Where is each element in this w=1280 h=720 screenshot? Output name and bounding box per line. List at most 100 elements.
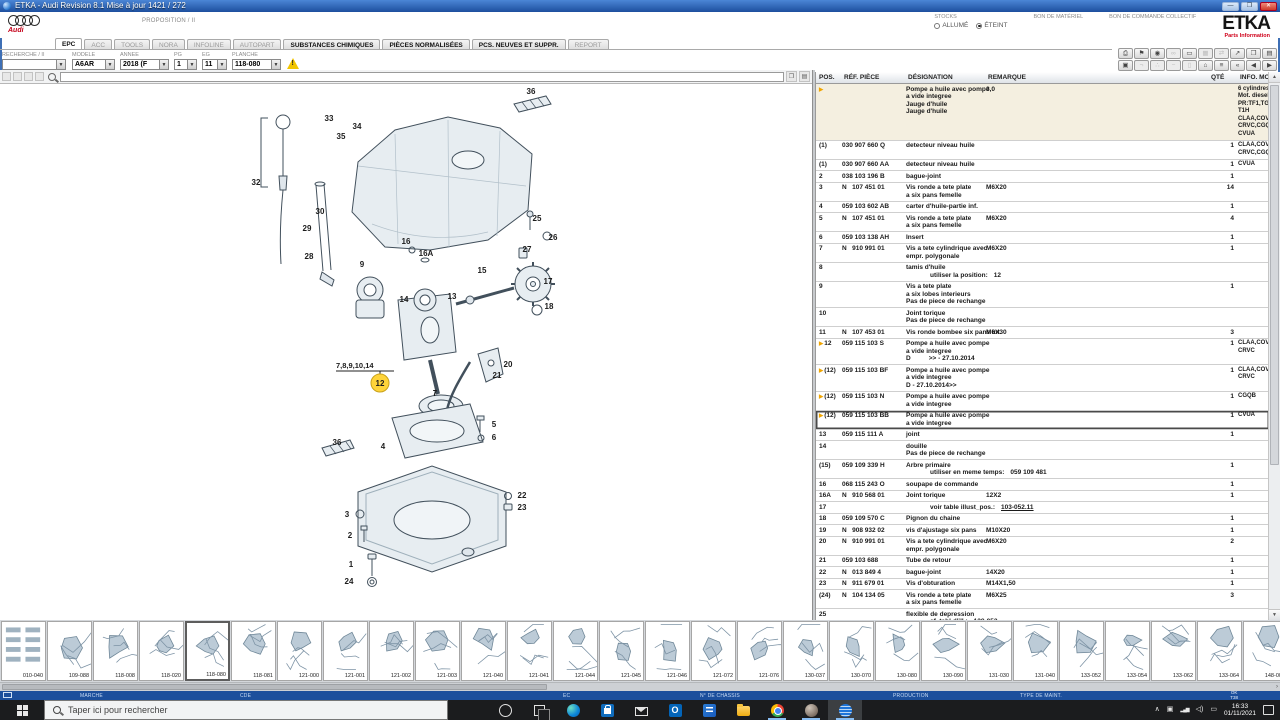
filmstrip-thumb-133-054[interactable]: 133-054 <box>1105 621 1150 681</box>
chrome-taskbar-button[interactable] <box>760 700 794 720</box>
illustration-panel[interactable]: 363435333230292891616A141315252627171820… <box>0 84 813 620</box>
cortana-taskbar-button[interactable] <box>488 700 522 720</box>
filmstrip-thumb-133-052[interactable]: 133-052 <box>1059 621 1104 681</box>
table-row[interactable]: ▶(12)059 115 103 NPompe a huile avec pom… <box>816 392 1269 411</box>
dropdown-eg-icon[interactable]: ▼ <box>218 59 227 70</box>
callout-22[interactable]: 22 <box>518 491 527 500</box>
edge-taskbar-button[interactable] <box>556 700 590 720</box>
field-value-planche[interactable]: 118-080 <box>232 59 272 70</box>
filmstrip-thumb-130-070[interactable]: 130-070 <box>829 621 874 681</box>
dropdown-planche-icon[interactable]: ▼ <box>272 59 281 70</box>
filmstrip-thumb-010-040[interactable]: 010-040 <box>1 621 46 681</box>
table-row[interactable]: 17voir table illust_pos.:103-052.11 <box>816 502 1269 514</box>
filmstrip-thumb-121-041[interactable]: 121-041 <box>507 621 552 681</box>
volume-icon[interactable]: ◁) <box>1196 706 1204 714</box>
callout-30[interactable]: 30 <box>316 207 325 216</box>
filmstrip-thumb-118-080[interactable]: 118-080 <box>185 621 230 681</box>
table-row[interactable]: 2038 103 196 Bbague-joint1 <box>816 171 1269 183</box>
prev-page-button[interactable]: ◀ <box>1246 60 1261 71</box>
filmstrip-thumb-121-072[interactable]: 121-072 <box>691 621 736 681</box>
table-row[interactable]: 6059 103 138 AHInsert1 <box>816 232 1269 244</box>
table-row[interactable]: 25flexible de depressioncf. tabl.d'ill.:… <box>816 609 1269 620</box>
callout-23[interactable]: 23 <box>518 503 527 512</box>
callout-36[interactable]: 36 <box>527 87 536 96</box>
first-page-button[interactable]: « <box>1230 60 1245 71</box>
callout-4[interactable]: 4 <box>381 442 386 451</box>
field-value-annee[interactable]: 2018 (F <box>120 59 160 70</box>
filmstrip-thumb-118-081[interactable]: 118-081 <box>231 621 276 681</box>
filmstrip-right-icon[interactable]: › <box>1276 683 1278 691</box>
print-button[interactable]: ⎙ <box>1118 48 1133 59</box>
filmstrip-thumb-130-080[interactable]: 130-080 <box>875 621 920 681</box>
table-row[interactable]: (1)030 907 660 AAdetecteur niveau huile1… <box>816 160 1269 172</box>
gimp-taskbar-button[interactable] <box>794 700 828 720</box>
callout-21[interactable]: 21 <box>493 371 502 380</box>
keyboard-icon[interactable]: ▭ <box>1210 706 1217 714</box>
overview-button[interactable]: ❐ <box>786 71 797 82</box>
callout-29[interactable]: 29 <box>303 224 312 233</box>
filmstrip-thumb-148-000[interactable]: 148-000 <box>1243 621 1280 681</box>
filmstrip-thumb-121-000[interactable]: 121-000 <box>277 621 322 681</box>
taskbar-clock[interactable]: 16:33 01/11/2021 <box>1224 703 1256 717</box>
maximize-button[interactable]: ❐ <box>1241 2 1258 11</box>
minimize-button[interactable]: — <box>1222 2 1239 11</box>
filmstrip-thumb-131-030[interactable]: 131-030 <box>967 621 1012 681</box>
next-page-button[interactable]: ▶ <box>1262 60 1277 71</box>
search-input[interactable] <box>2 59 57 70</box>
dropdown-modele-icon[interactable]: ▼ <box>106 59 115 70</box>
office-taskbar-button[interactable] <box>692 700 726 720</box>
scroll-down-icon[interactable]: ▼ <box>1269 609 1280 620</box>
callout-32[interactable]: 32 <box>252 178 261 187</box>
quickbar-tool-icon[interactable] <box>13 72 22 81</box>
filmstrip-thumb-121-001[interactable]: 121-001 <box>323 621 368 681</box>
callout-28[interactable]: 28 <box>305 252 314 261</box>
callout-17[interactable]: 17 <box>544 277 553 286</box>
filmstrip-thumb-118-008[interactable]: 118-008 <box>93 621 138 681</box>
table-row[interactable]: ▶12059 115 103 SPompe a huile avec pompe… <box>816 339 1269 366</box>
callout-35[interactable]: 35 <box>337 132 346 141</box>
table-row[interactable]: 7N 910 991 01Vis a tete cylindrique avec… <box>816 244 1269 263</box>
taskbar-search[interactable]: Taper ici pour rechercher <box>44 700 448 720</box>
callout-14[interactable]: 14 <box>400 295 409 304</box>
filmstrip-thumb-131-040[interactable]: 131-040 <box>1013 621 1058 681</box>
callout-5[interactable]: 5 <box>492 420 497 429</box>
table-row[interactable]: 10Joint toriquePas de piece de rechange <box>816 308 1269 327</box>
table-row[interactable]: 11N 107 453 01Vis ronde bombee six pans … <box>816 327 1269 339</box>
security-icon[interactable]: ▣ <box>1167 706 1174 714</box>
table-row[interactable]: ▶(12)059 115 103 BBPompe a huile avec po… <box>816 411 1269 430</box>
search-dropdown[interactable]: ▼ <box>57 59 66 70</box>
copy-list-button[interactable]: ❐ <box>1246 48 1261 59</box>
callout-27[interactable]: 27 <box>523 245 532 254</box>
callout-33[interactable]: 33 <box>325 114 334 123</box>
outlook-taskbar-button[interactable]: O <box>658 700 692 720</box>
network-icon[interactable]: ▂▄▆ <box>1180 706 1188 714</box>
filmstrip-thumb-121-003[interactable]: 121-003 <box>415 621 460 681</box>
callout-20[interactable]: 20 <box>504 360 513 369</box>
filmstrip-scrollbar[interactable]: ‹ › <box>0 682 1280 691</box>
callout-16[interactable]: 16 <box>402 237 411 246</box>
callout-9[interactable]: 9 <box>360 260 365 269</box>
table-row[interactable]: 18059 109 570 CPignon du chaine1 <box>816 514 1269 526</box>
quick-search-input[interactable] <box>60 72 784 82</box>
dropdown-pg-icon[interactable]: ▼ <box>188 59 197 70</box>
callout-16A[interactable]: 16A <box>419 249 434 258</box>
table-row[interactable]: (24)N 104 134 05Vis ronde a tete platea … <box>816 590 1269 609</box>
announce-button[interactable]: ⚑ <box>1134 48 1149 59</box>
field-value-eg[interactable]: 11 <box>202 59 218 70</box>
callout-7[interactable]: 7 <box>433 389 438 398</box>
callout-6[interactable]: 6 <box>492 433 497 442</box>
fit-page-button[interactable]: ▤ <box>799 71 810 82</box>
table-row[interactable]: 16068 115 243 Osoupape de commande1 <box>816 479 1269 491</box>
home-button[interactable]: ≡ <box>1214 60 1229 71</box>
start-button[interactable] <box>0 700 44 720</box>
callout-26[interactable]: 26 <box>549 233 558 242</box>
highlighted-position-number[interactable]: 12 <box>376 379 385 388</box>
scrollbar-thumb[interactable] <box>1270 85 1279 465</box>
callout-34[interactable]: 34 <box>353 122 362 131</box>
filmstrip-thumb-133-064[interactable]: 133-064 <box>1197 621 1242 681</box>
table-row[interactable]: 5N 107 451 01Vis ronde a tete platea six… <box>816 213 1269 232</box>
table-row[interactable]: 22N 013 849 4bague-joint14X201 <box>816 567 1269 579</box>
table-row[interactable]: (15)059 109 339 HArbre primaireutiliser … <box>816 460 1269 479</box>
callout-36[interactable]: 36 <box>333 438 342 447</box>
filmstrip-thumb-109-088[interactable]: 109-088 <box>47 621 92 681</box>
